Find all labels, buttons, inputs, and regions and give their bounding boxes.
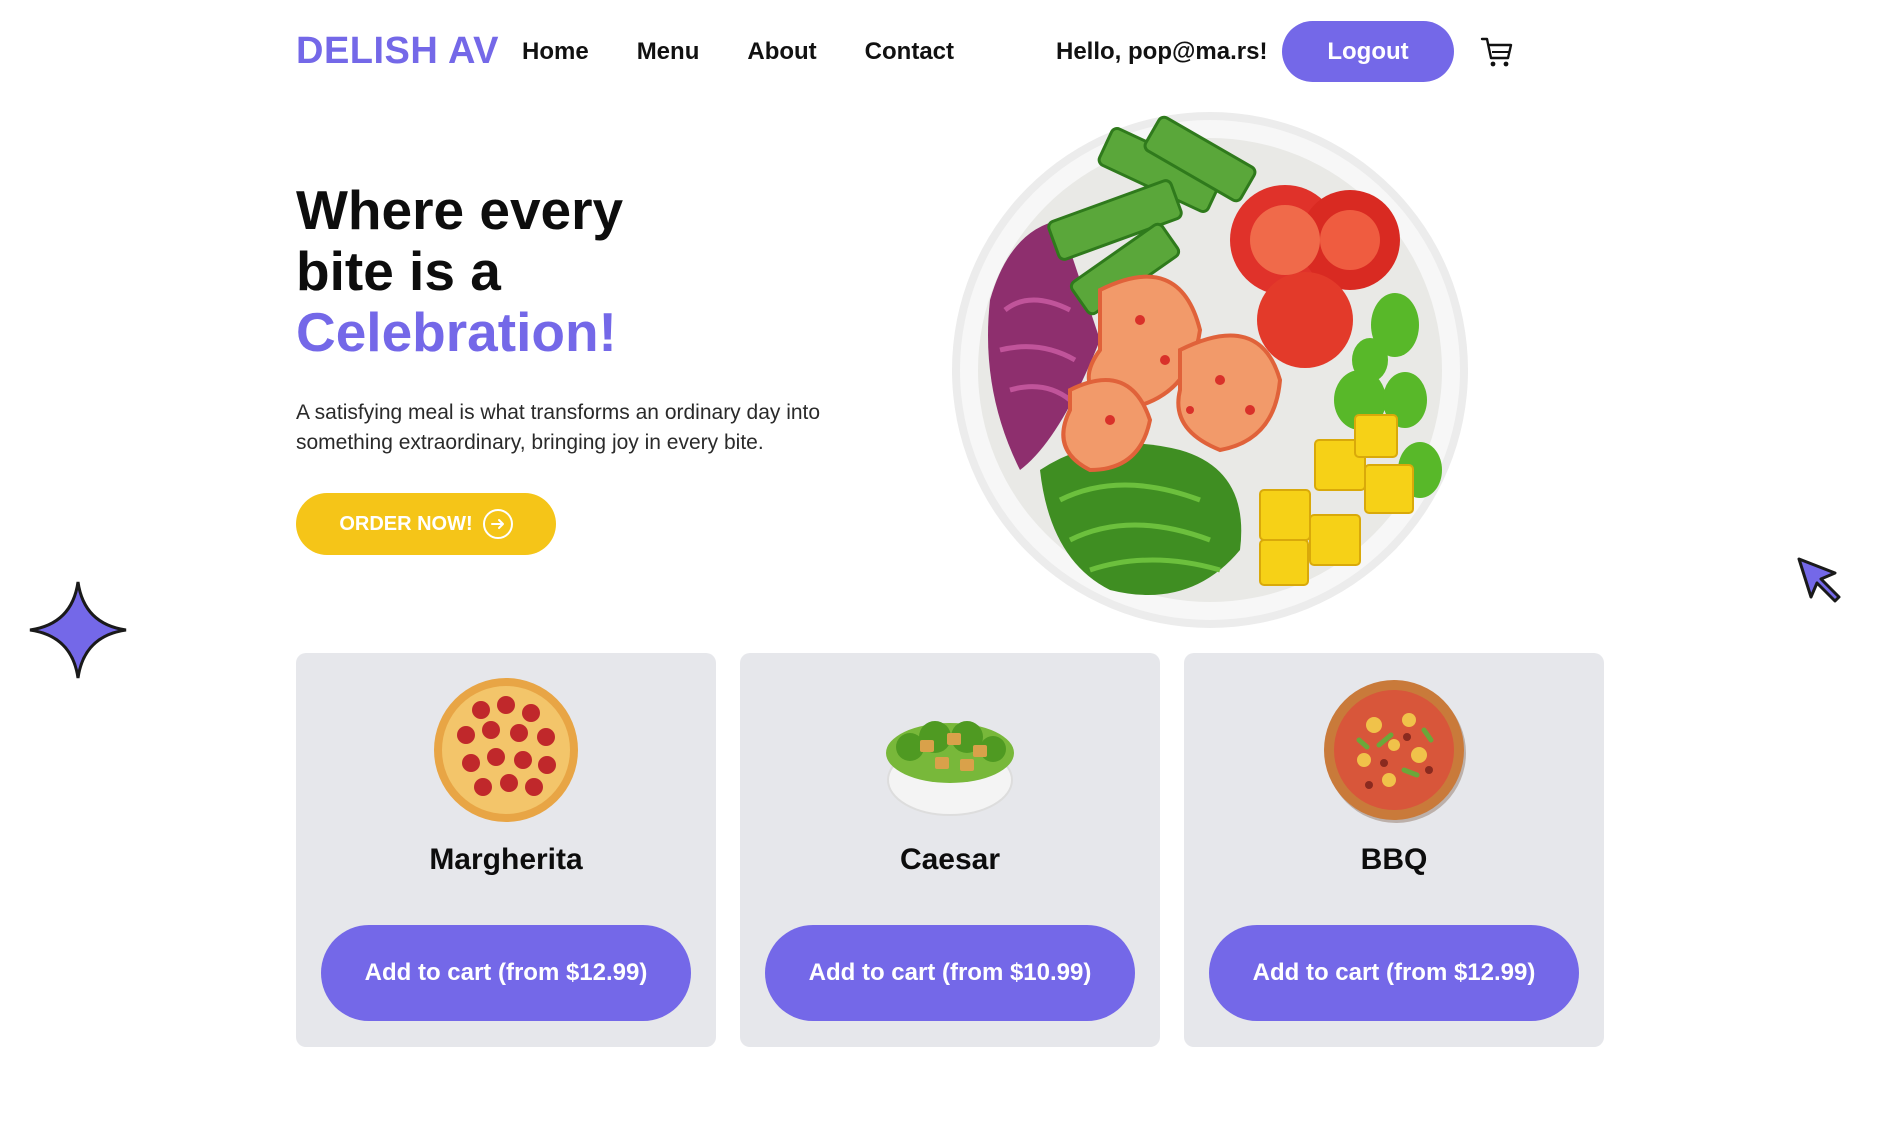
- sparkle-icon: [29, 581, 127, 679]
- hero-title-accent: Celebration!: [296, 301, 617, 363]
- cursor-arrow-icon: [1797, 557, 1841, 603]
- main-nav: Home Menu About Contact: [522, 38, 954, 66]
- nav-home[interactable]: Home: [522, 38, 589, 66]
- site-logo[interactable]: DELISH AV: [296, 30, 499, 73]
- product-name: BBQ: [1360, 843, 1428, 876]
- add-to-cart-button[interactable]: Add to cart (from $10.99): [765, 925, 1135, 1021]
- user-greeting: Hello, pop@ma.rs!: [1056, 38, 1268, 65]
- order-now-label: ORDER NOW!: [339, 512, 473, 535]
- nav-about[interactable]: About: [747, 38, 816, 66]
- product-name: Margherita: [429, 843, 583, 876]
- page: DELISH AV Home Menu About Contact Hello,…: [0, 0, 1885, 1121]
- product-card-caesar: Caesar Add to cart (from $10.99): [740, 653, 1160, 1047]
- bbq-pizza-image: [1324, 680, 1466, 823]
- order-now-button[interactable]: ORDER NOW!: [296, 493, 556, 555]
- pepperoni-pizza-image: [434, 678, 578, 822]
- hero-description: A satisfying meal is what transforms an …: [296, 401, 821, 454]
- cart-icon[interactable]: [1480, 36, 1514, 68]
- product-card-margherita: Margherita Add to cart (from $12.99): [296, 653, 716, 1047]
- arrow-right-circle-icon: [482, 509, 513, 539]
- add-to-cart-button[interactable]: Add to cart (from $12.99): [321, 925, 691, 1021]
- logout-button[interactable]: Logout: [1282, 21, 1454, 82]
- nav-menu[interactable]: Menu: [637, 38, 700, 66]
- hero-title-line1: Where every: [296, 179, 624, 241]
- hero-title: Where every bite is a Celebration!: [296, 180, 623, 363]
- poke-bowl-image: [952, 112, 1468, 628]
- add-to-cart-button[interactable]: Add to cart (from $12.99): [1209, 925, 1579, 1021]
- product-name: Caesar: [899, 843, 1001, 876]
- nav-contact[interactable]: Contact: [865, 38, 954, 66]
- caesar-salad-image: [886, 721, 1014, 816]
- hero-title-line2: bite is a: [296, 240, 501, 302]
- product-card-bbq: BBQ Add to cart (from $12.99): [1184, 653, 1604, 1047]
- product-cards: Margherita Add to cart (from $12.99) Cae…: [296, 653, 1604, 1047]
